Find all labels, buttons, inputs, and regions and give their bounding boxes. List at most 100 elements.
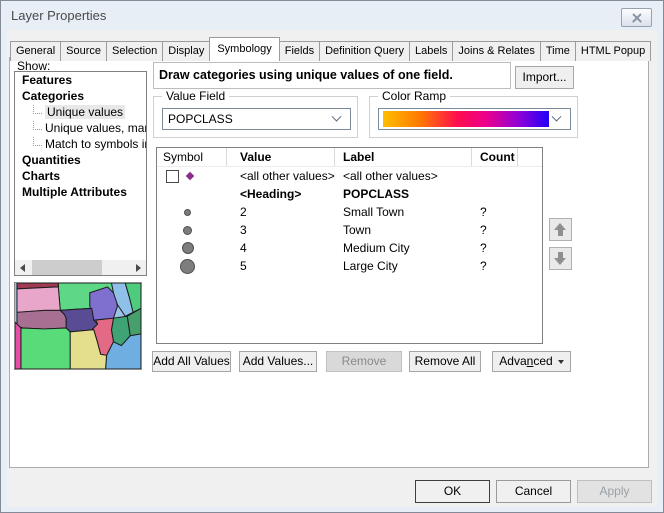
map-preview bbox=[14, 282, 142, 370]
add-values-button[interactable]: Add Values... bbox=[239, 351, 317, 372]
tab-time[interactable]: Time bbox=[540, 41, 576, 61]
label-cell: Large City bbox=[335, 257, 472, 275]
chevron-down-icon bbox=[552, 111, 562, 121]
table-header: Symbol Value Label Count bbox=[157, 148, 542, 167]
table-row[interactable]: <Heading> POPCLASS bbox=[157, 185, 542, 203]
import-button[interactable]: Import... bbox=[515, 66, 574, 89]
cancel-button[interactable]: Cancel bbox=[496, 480, 571, 503]
tab-fields[interactable]: Fields bbox=[279, 41, 320, 61]
value-cell: <Heading> bbox=[227, 185, 335, 203]
sidebar-item-charts[interactable]: Charts bbox=[15, 168, 146, 184]
dropdown-caret-icon bbox=[558, 360, 564, 364]
state-shape bbox=[21, 328, 70, 369]
sidebar-item-categories[interactable]: Categories bbox=[15, 88, 146, 104]
value-cell: 4 bbox=[227, 239, 335, 257]
state-shape bbox=[17, 287, 60, 312]
all-other-values-checkbox[interactable] bbox=[166, 170, 179, 183]
chevron-down-icon bbox=[332, 111, 342, 121]
value-field-selected: POPCLASS bbox=[163, 112, 333, 126]
title-bar[interactable]: Layer Properties bbox=[1, 1, 663, 30]
count-cell: ? bbox=[472, 203, 518, 221]
window-title: Layer Properties bbox=[11, 8, 106, 23]
tree-horizontal-scrollbar[interactable] bbox=[15, 260, 146, 275]
point-symbol-icon[interactable] bbox=[182, 242, 194, 254]
tab-joins-relates[interactable]: Joins & Relates bbox=[452, 41, 540, 61]
ok-button[interactable]: OK bbox=[415, 480, 490, 503]
tab-bar: General Source Selection Display Symbolo… bbox=[10, 37, 650, 61]
value-cell: 5 bbox=[227, 257, 335, 275]
unique-values-table: Symbol Value Label Count <all other valu… bbox=[156, 147, 543, 344]
point-symbol-icon[interactable] bbox=[183, 226, 192, 235]
sidebar-item-multiple-attributes[interactable]: Multiple Attributes bbox=[15, 184, 146, 200]
advanced-button[interactable]: Advanced bbox=[492, 351, 571, 372]
tab-display[interactable]: Display bbox=[162, 41, 210, 61]
close-button[interactable] bbox=[621, 8, 652, 27]
scroll-right-icon[interactable] bbox=[131, 260, 146, 275]
table-row[interactable]: 3 Town ? bbox=[157, 221, 542, 239]
value-cell: 3 bbox=[227, 221, 335, 239]
advanced-label: Advanced bbox=[499, 352, 552, 371]
point-symbol-icon[interactable] bbox=[180, 259, 195, 274]
sidebar-item-features[interactable]: Features bbox=[15, 72, 146, 88]
layer-properties-dialog: Layer Properties General Source Selectio… bbox=[0, 0, 664, 513]
tab-selection[interactable]: Selection bbox=[106, 41, 163, 61]
sidebar-item-unique-values-many[interactable]: Unique values, many bbox=[15, 120, 146, 136]
column-header-symbol: Symbol bbox=[157, 148, 227, 166]
sidebar-item-match-to-symbols[interactable]: Match to symbols in a bbox=[15, 136, 146, 152]
tab-symbology[interactable]: Symbology bbox=[209, 37, 279, 61]
add-all-values-button[interactable]: Add All Values bbox=[152, 351, 231, 372]
apply-button[interactable]: Apply bbox=[577, 480, 652, 503]
count-cell: ? bbox=[472, 239, 518, 257]
tab-html-popup[interactable]: HTML Popup bbox=[575, 41, 651, 61]
column-header-label: Label bbox=[335, 148, 472, 166]
tab-labels[interactable]: Labels bbox=[409, 41, 453, 61]
scroll-left-icon[interactable] bbox=[15, 260, 30, 275]
color-ramp-label: Color Ramp bbox=[378, 89, 450, 103]
column-header-value: Value bbox=[227, 148, 335, 166]
move-down-button[interactable] bbox=[549, 247, 572, 270]
tab-general[interactable]: General bbox=[10, 41, 61, 61]
move-up-button[interactable] bbox=[549, 218, 572, 241]
method-description-box: Draw categories using unique values of o… bbox=[153, 62, 511, 89]
arrow-up-icon bbox=[554, 223, 567, 236]
color-ramp-dropdown[interactable] bbox=[378, 108, 571, 130]
tab-source[interactable]: Source bbox=[60, 41, 107, 61]
show-tree: Features Categories Unique values Unique… bbox=[14, 71, 147, 276]
remove-all-button[interactable]: Remove All bbox=[409, 351, 481, 372]
column-header-count: Count bbox=[472, 148, 518, 166]
sidebar-item-quantities[interactable]: Quantities bbox=[15, 152, 146, 168]
scrollbar-thumb[interactable] bbox=[32, 260, 102, 275]
table-row[interactable]: <all other values> <all other values> bbox=[157, 167, 542, 185]
count-cell bbox=[472, 167, 518, 185]
value-field-label: Value Field bbox=[162, 89, 229, 103]
tree-connector-icon bbox=[33, 121, 42, 130]
tree-label: Unique values, many bbox=[45, 121, 147, 135]
selected-tree-label: Unique values bbox=[45, 105, 125, 119]
tree-connector-icon bbox=[33, 105, 42, 114]
close-icon bbox=[631, 12, 643, 24]
label-cell: Medium City bbox=[335, 239, 472, 257]
table-row[interactable]: 2 Small Town ? bbox=[157, 203, 542, 221]
value-cell: 2 bbox=[227, 203, 335, 221]
label-cell: <all other values> bbox=[335, 167, 472, 185]
color-ramp-swatch bbox=[383, 111, 549, 127]
color-ramp-group: Color Ramp bbox=[369, 96, 578, 138]
state-shape bbox=[15, 322, 21, 369]
table-row[interactable]: 5 Large City ? bbox=[157, 257, 542, 275]
tree-connector-icon bbox=[33, 137, 42, 146]
tab-definition-query[interactable]: Definition Query bbox=[319, 41, 410, 61]
label-cell: Small Town bbox=[335, 203, 472, 221]
all-other-values-symbol-icon[interactable] bbox=[186, 172, 194, 180]
map-preview-svg bbox=[15, 283, 141, 369]
state-shape bbox=[17, 310, 66, 329]
remove-button[interactable]: Remove bbox=[326, 351, 402, 372]
value-field-group: Value Field POPCLASS bbox=[153, 96, 358, 138]
point-symbol-icon[interactable] bbox=[184, 209, 191, 216]
count-cell: ? bbox=[472, 221, 518, 239]
tree-label: Match to symbols in a bbox=[45, 137, 147, 151]
value-field-dropdown[interactable]: POPCLASS bbox=[162, 108, 351, 130]
sidebar-item-unique-values[interactable]: Unique values bbox=[15, 104, 146, 120]
count-cell: ? bbox=[472, 257, 518, 275]
table-row[interactable]: 4 Medium City ? bbox=[157, 239, 542, 257]
arrow-down-icon bbox=[554, 252, 567, 265]
